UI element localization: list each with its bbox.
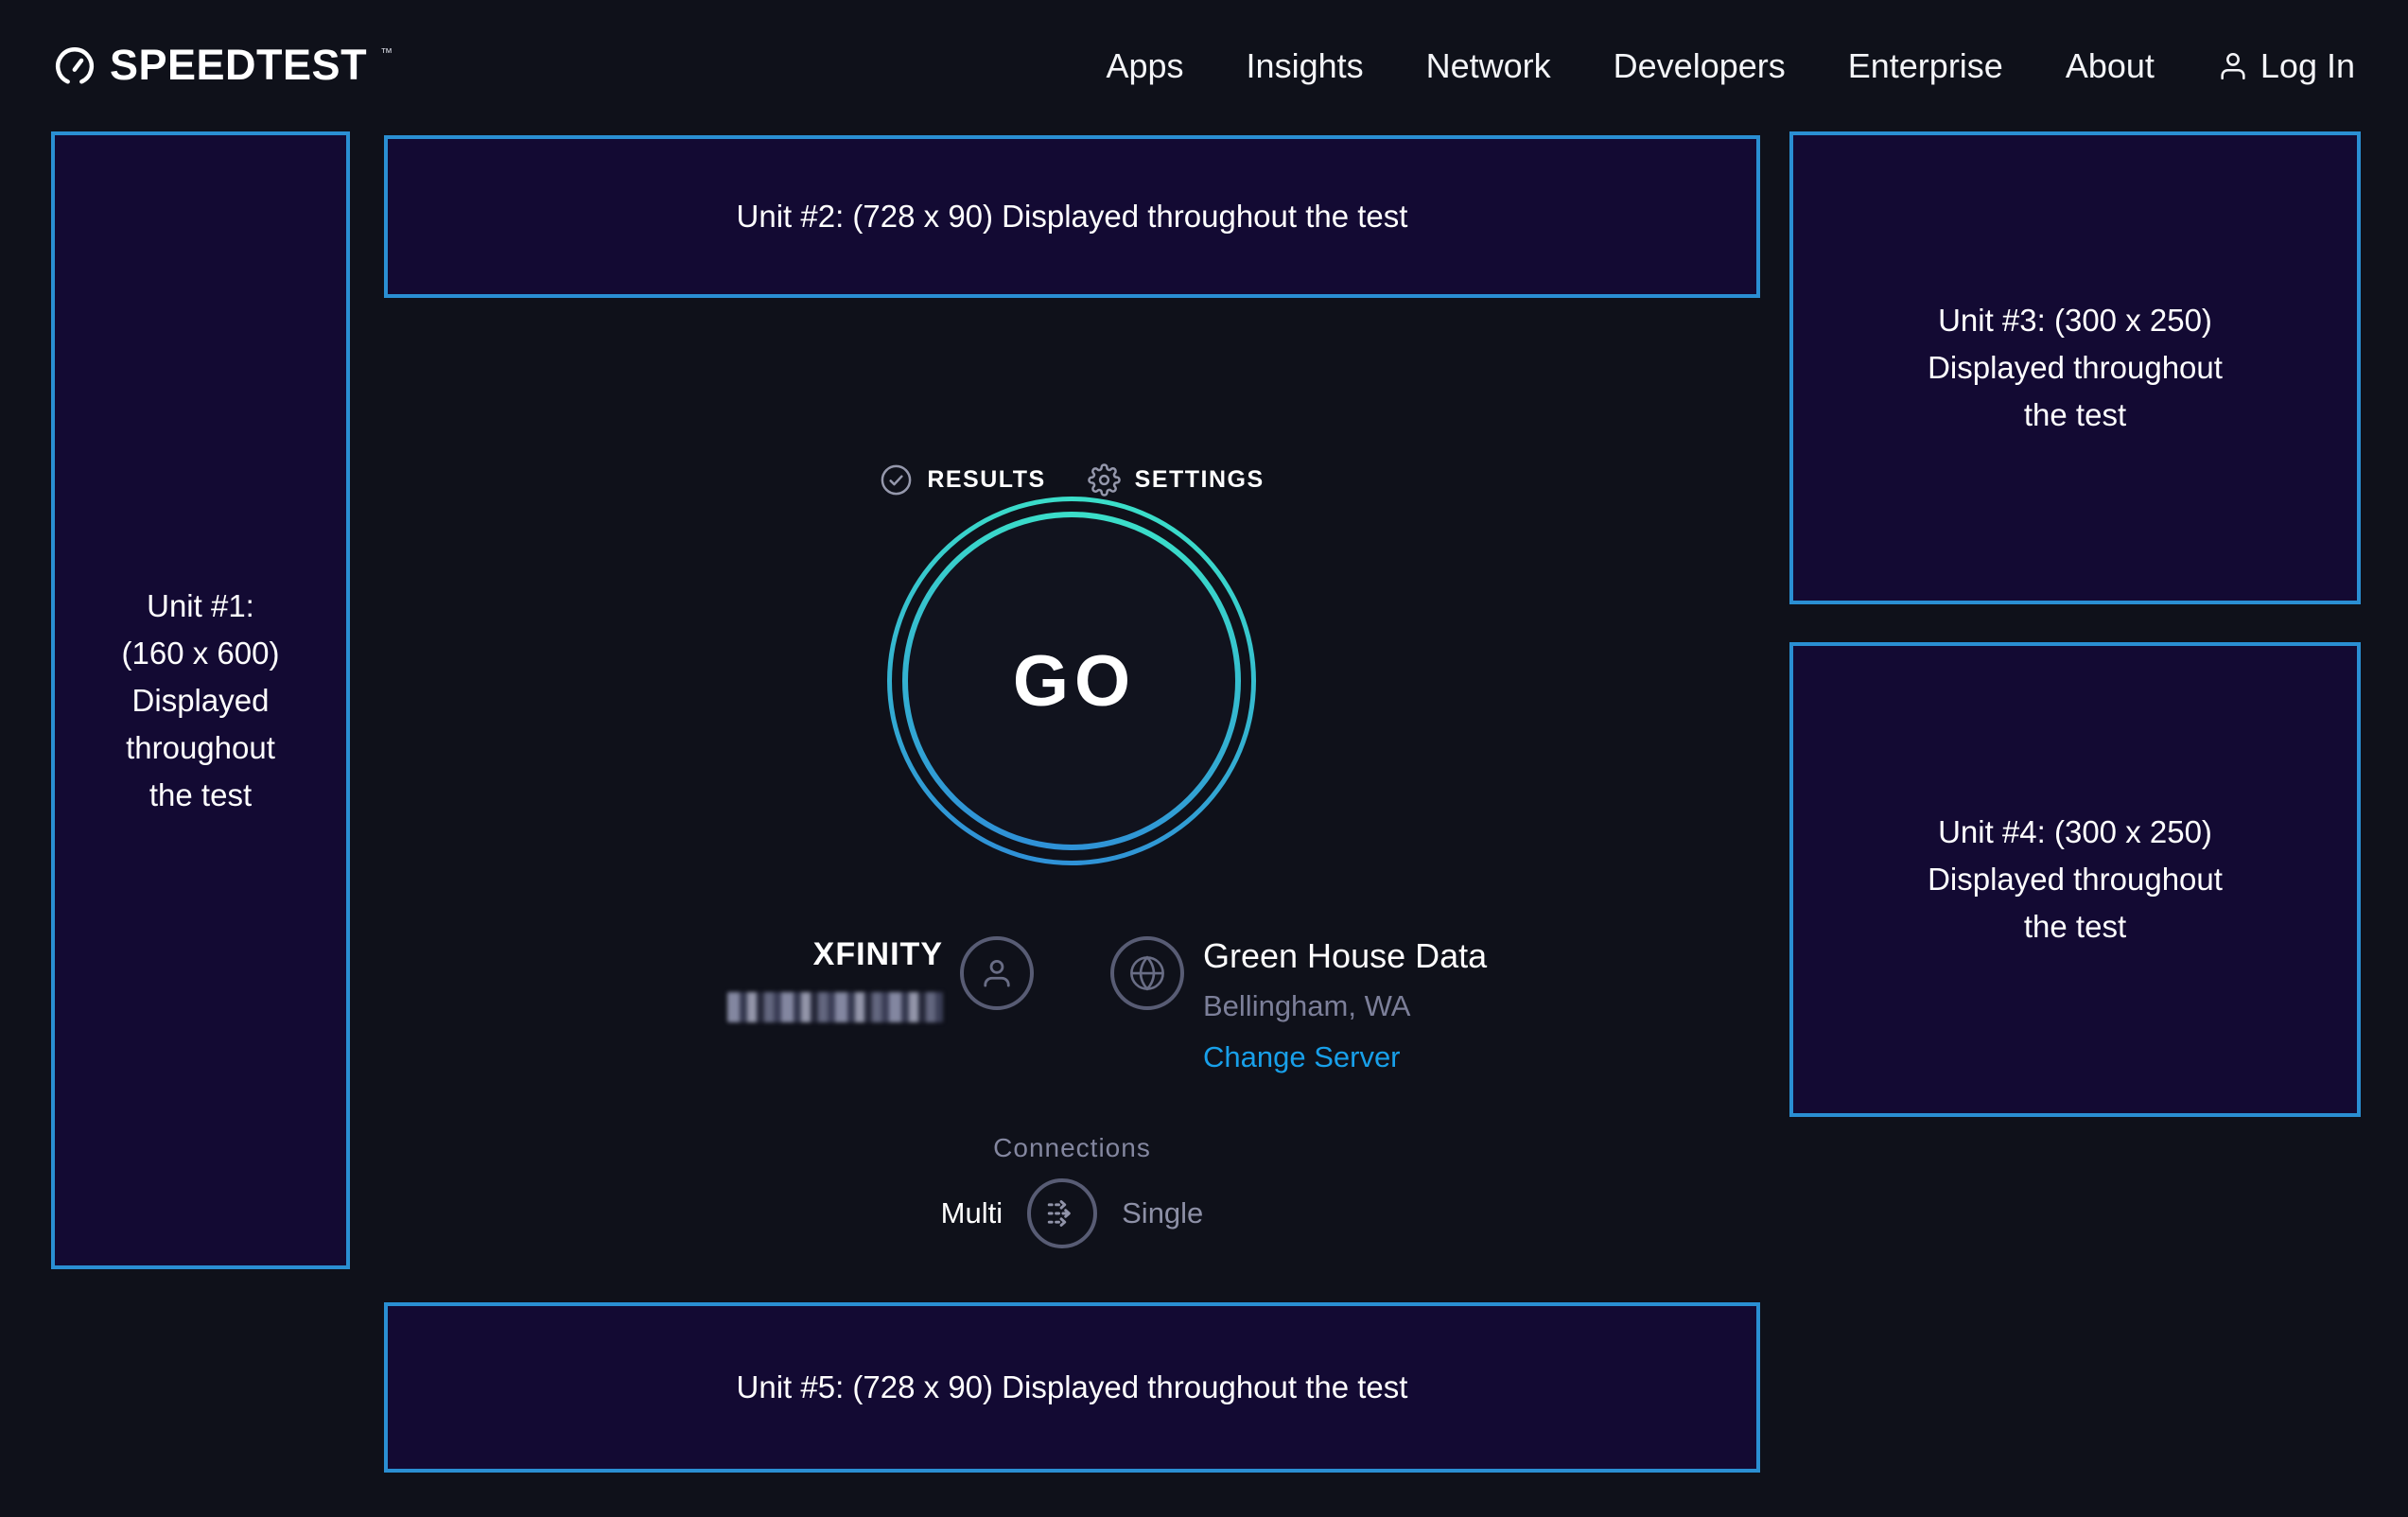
- connection-info-row: XFINITY Green House Data Bellingham, WA: [384, 936, 1760, 1074]
- nav-item-about[interactable]: About: [2066, 46, 2155, 86]
- ad-unit-4-text: Unit #4: (300 x 250) Displayed throughou…: [1928, 809, 2223, 950]
- main-content: Unit #2: (728 x 90) Displayed throughout…: [384, 132, 1760, 1517]
- nav-item-apps[interactable]: Apps: [1106, 46, 1183, 86]
- multi-connection-icon[interactable]: [1027, 1178, 1097, 1248]
- main-nav: Apps Insights Network Developers Enterpr…: [1106, 46, 2355, 86]
- tab-settings[interactable]: SETTINGS: [1088, 463, 1265, 497]
- results-settings-tabs: RESULTS SETTINGS: [384, 463, 1760, 497]
- ad-unit-5-text: Unit #5: (728 x 90) Displayed throughout…: [737, 1364, 1408, 1411]
- ad-unit-2: Unit #2: (728 x 90) Displayed throughout…: [384, 135, 1760, 298]
- nav-item-network[interactable]: Network: [1426, 46, 1551, 86]
- ad-unit-4: Unit #4: (300 x 250) Displayed throughou…: [1789, 642, 2361, 1117]
- user-icon: [2217, 50, 2249, 82]
- nav-item-enterprise[interactable]: Enterprise: [1848, 46, 2003, 86]
- isp-name: XFINITY: [727, 936, 943, 973]
- speedtest-logo[interactable]: SPEEDTEST ™: [53, 44, 393, 89]
- brand-trademark: ™: [380, 45, 393, 60]
- ad-unit-5: Unit #5: (728 x 90) Displayed throughout…: [384, 1302, 1760, 1473]
- isp-info: XFINITY: [727, 936, 943, 1022]
- ad-unit-1-text: Unit #1: (160 x 600) Displayed throughou…: [122, 583, 280, 819]
- login-label: Log In: [2260, 46, 2355, 86]
- brand-name: SPEEDTEST: [110, 44, 367, 86]
- ad-unit-2-text: Unit #2: (728 x 90) Displayed throughout…: [737, 193, 1408, 240]
- connections-label: Connections: [384, 1133, 1760, 1163]
- speedometer-gauge-icon: [53, 45, 96, 89]
- ad-unit-3-text: Unit #3: (300 x 250) Displayed throughou…: [1928, 297, 2223, 439]
- globe-icon: [1127, 953, 1167, 993]
- server-info: Green House Data Bellingham, WA Change S…: [1203, 936, 1487, 1074]
- connections-toggle: Multi Single: [384, 1178, 1760, 1248]
- tab-results[interactable]: RESULTS: [880, 463, 1045, 497]
- server-avatar: [1110, 936, 1184, 1010]
- right-ad-column: Unit #3: (300 x 250) Displayed throughou…: [1789, 131, 2361, 1517]
- connections-single-label[interactable]: Single: [1122, 1196, 1203, 1230]
- top-nav-bar: SPEEDTEST ™ Apps Insights Network Develo…: [0, 0, 2408, 132]
- tab-settings-label: SETTINGS: [1135, 466, 1265, 494]
- nav-item-developers[interactable]: Developers: [1614, 46, 1786, 86]
- nav-item-insights[interactable]: Insights: [1247, 46, 1364, 86]
- server-location: Bellingham, WA: [1203, 989, 1487, 1023]
- isp-avatar: [960, 936, 1034, 1010]
- login-button[interactable]: Log In: [2217, 46, 2355, 86]
- server-name: Green House Data: [1203, 936, 1487, 976]
- ip-address-redacted: [727, 992, 943, 1022]
- person-icon: [977, 953, 1017, 993]
- left-ad-column: Unit #1: (160 x 600) Displayed throughou…: [51, 131, 350, 1269]
- go-button-label: GO: [1007, 640, 1136, 723]
- check-circle-icon: [880, 463, 913, 497]
- ad-unit-3: Unit #3: (300 x 250) Displayed throughou…: [1789, 131, 2361, 604]
- change-server-link[interactable]: Change Server: [1203, 1040, 1487, 1074]
- gear-icon: [1088, 463, 1121, 497]
- tab-results-label: RESULTS: [927, 466, 1045, 494]
- ad-unit-1: Unit #1: (160 x 600) Displayed throughou…: [51, 131, 350, 1269]
- go-button[interactable]: GO: [887, 497, 1256, 865]
- connections-multi-label[interactable]: Multi: [941, 1196, 1003, 1230]
